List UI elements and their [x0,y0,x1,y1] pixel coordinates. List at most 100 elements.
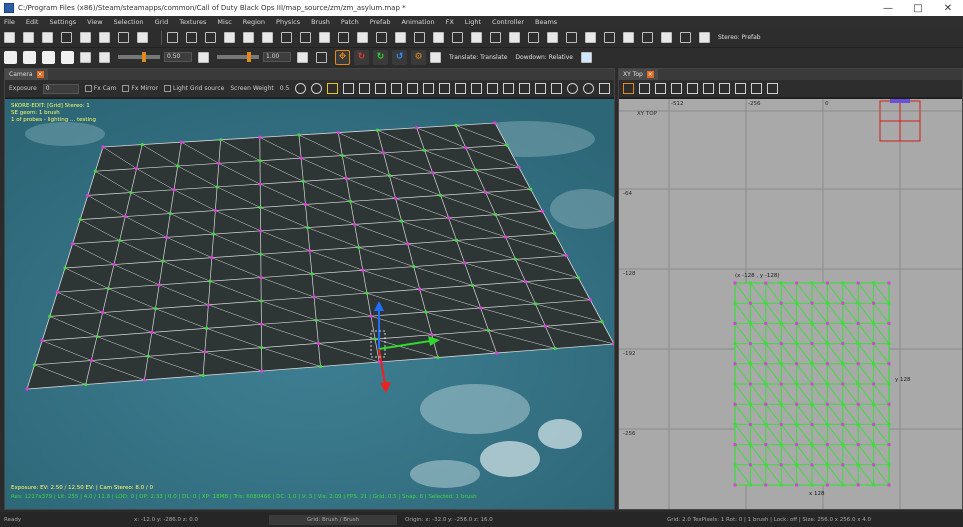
patch-vertex[interactable] [841,362,845,366]
local-space-icon[interactable]: ⚙ [411,49,426,65]
rotate-y-icon[interactable] [243,32,254,43]
patch-vertex[interactable] [393,196,398,200]
patch-vertex[interactable] [887,443,891,447]
patch-vertex[interactable] [779,443,783,447]
patch-vertex[interactable] [841,463,845,467]
patch-vertex[interactable] [733,321,737,325]
patch-vertex[interactable] [825,281,829,285]
patch-vertex[interactable] [365,291,369,295]
patch-vertex[interactable] [856,281,860,285]
patch-vertex[interactable] [436,355,440,360]
menu-edit[interactable]: Edit [26,18,39,26]
patch-vertex[interactable] [733,362,737,366]
render-wire-icon[interactable] [359,83,371,94]
light-grid-checkbox[interactable] [164,85,171,92]
view-xy-icon[interactable] [687,83,698,94]
patch-vertex[interactable] [71,242,75,246]
menu-misc[interactable]: Misc [217,18,231,26]
patch-vertex[interactable] [810,321,814,325]
patch-vertex[interactable] [78,218,82,222]
render-lit-icon[interactable] [407,83,419,94]
speed-spinner[interactable]: 0.50 [164,52,192,62]
patch-vertex[interactable] [106,286,110,291]
patch-vertex[interactable] [733,342,737,346]
patch-vertex[interactable] [887,281,891,285]
patch-vertex[interactable] [312,295,316,299]
patch-vertex[interactable] [348,199,353,204]
patch-vertex[interactable] [258,159,262,163]
patch-vertex[interactable] [464,146,468,150]
patch-vertex[interactable] [748,483,752,487]
screen-weight-value[interactable]: 0.5 [280,85,290,92]
patch-vertex[interactable] [872,382,876,386]
patch-vertex[interactable] [887,362,891,366]
patch-vertex[interactable] [733,463,737,467]
scale-mode-icon[interactable]: ↻ [373,49,388,65]
patch-vertex[interactable] [841,281,845,285]
patch-bend-icon[interactable] [471,32,482,43]
patch-vertex[interactable] [543,324,547,328]
menu-patch[interactable]: Patch [341,18,359,26]
patch-vertex[interactable] [795,301,799,305]
cubic-clip-icon[interactable] [528,32,539,43]
view-arrows-icon[interactable] [671,83,682,94]
patch-vertex[interactable] [318,364,323,369]
angle-snap-icon[interactable] [316,51,327,63]
patch-vertex[interactable] [308,249,312,253]
loop-icon[interactable] [80,51,91,63]
patch-vertex[interactable] [856,422,860,426]
zoom-slider-knob[interactable] [247,52,251,62]
texture-lock-icon[interactable] [414,32,425,43]
patch-vertex[interactable] [872,402,876,406]
view-center-icon[interactable] [751,83,762,94]
speed-slider-knob[interactable] [142,52,146,62]
patch-vertex[interactable] [795,342,799,346]
patch-vertex[interactable] [825,301,829,305]
zoom-spinner[interactable]: 1.00 [263,52,291,62]
patch-vertex[interactable] [856,362,860,366]
patch-vertex[interactable] [748,342,752,346]
patch-vertex[interactable] [810,402,814,406]
select-inside-icon[interactable] [319,32,330,43]
render-fog-icon[interactable] [503,83,515,94]
patch-vertex[interactable] [779,382,783,386]
patch-vertex[interactable] [872,301,876,305]
patch-vertex[interactable] [795,402,799,406]
tab-camera[interactable]: Camera × [5,69,48,80]
patch-vertex[interactable] [872,321,876,325]
new-file-icon[interactable] [4,32,15,43]
rotate-x-icon[interactable] [224,32,235,43]
patch-vertex[interactable] [841,301,845,305]
patch-vertex[interactable] [118,238,122,243]
patch-vertex[interactable] [856,463,860,467]
patch-vertex[interactable] [779,281,783,285]
patch-vertex[interactable] [779,301,783,305]
lightning-icon[interactable] [327,83,339,94]
patch-vertex[interactable] [795,463,799,467]
patch-vertex[interactable] [810,382,814,386]
patch-vertex[interactable] [101,145,105,149]
patch-vertex[interactable] [779,362,783,366]
patch-vertex[interactable] [764,463,768,467]
patch-vertex[interactable] [373,337,377,341]
patch-vertex[interactable] [454,123,458,127]
surface-inspector-icon[interactable] [623,32,634,43]
xy-top-viewport[interactable]: XY TOP -512 -256 0 -64 -128 -192 -256 (x… [619,99,962,509]
open-file-icon[interactable] [23,32,34,43]
render-fx-icon[interactable] [439,83,451,94]
patch-vertex[interactable] [748,382,752,386]
patch-vertex[interactable] [297,133,301,137]
patch-vertex[interactable] [872,463,876,467]
patch-vertex[interactable] [153,307,158,311]
patch-vertex[interactable] [779,402,783,406]
patch-vertex[interactable] [259,252,263,256]
patch-vertex[interactable] [887,301,891,305]
patch-vertex[interactable] [825,321,829,325]
patch-vertex[interactable] [86,193,90,197]
patch-vertex[interactable] [387,174,392,178]
patch-vertex[interactable] [810,443,814,447]
patch-vertex[interactable] [529,187,533,191]
patch-vertex[interactable] [93,169,97,173]
menu-selection[interactable]: Selection [114,18,144,26]
patch-vertex[interactable] [258,135,262,139]
